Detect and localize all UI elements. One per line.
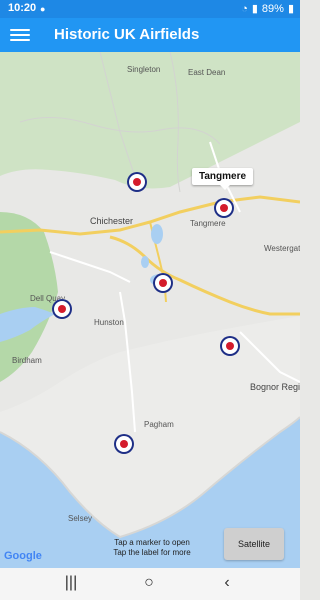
place-label: Chichester <box>90 216 134 226</box>
wifi-icon: ◔ <box>241 2 248 15</box>
airfield-marker[interactable] <box>114 434 134 454</box>
satellite-button[interactable]: Satellite <box>224 528 284 560</box>
airfield-marker[interactable] <box>127 172 147 192</box>
place-label: Hunston <box>94 318 124 327</box>
battery-percentage: 89% <box>261 2 284 15</box>
hint-line-2: Tap the label for more <box>113 548 191 557</box>
place-label: Westergate <box>264 244 300 253</box>
status-bar: 10:20 ● ◔ ▮ 89% ▮ <box>0 0 300 18</box>
airfield-marker[interactable] <box>153 273 173 293</box>
signal-icon: ▮ <box>251 3 258 15</box>
map-canvas <box>0 52 300 568</box>
place-label: Pagham <box>144 420 174 429</box>
place-label: Birdham <box>12 356 42 365</box>
android-nav-bar: ||| ○ ‹ <box>0 568 300 600</box>
airfield-marker[interactable] <box>220 336 240 356</box>
battery-icon: ▮ <box>287 3 294 15</box>
hamburger-menu-icon[interactable] <box>10 26 30 44</box>
airfield-marker[interactable] <box>52 299 72 319</box>
notification-dot-icon: ● <box>40 4 46 14</box>
map-view[interactable]: Singleton East Dean Chichester Tangmere … <box>0 52 300 568</box>
home-icon[interactable]: ○ <box>134 574 164 594</box>
hint-line-1: Tap a marker to open <box>114 538 190 547</box>
marker-info-label[interactable]: Tangmere <box>192 168 254 190</box>
place-label: Singleton <box>127 65 161 74</box>
google-logo: Google <box>4 550 42 562</box>
place-label: Selsey <box>68 514 93 523</box>
place-label: Bognor Regis <box>250 382 300 392</box>
app-bar: Historic UK Airfields <box>0 18 300 52</box>
place-label: East Dean <box>188 68 226 77</box>
airfield-marker-tangmere[interactable] <box>214 198 234 218</box>
status-icons: ◔ ▮ 89% ▮ <box>241 2 294 16</box>
page-title: Historic UK Airfields <box>54 26 200 43</box>
back-icon[interactable]: ‹ <box>212 574 242 594</box>
status-time: 10:20 <box>8 2 37 14</box>
recent-apps-icon[interactable]: ||| <box>56 574 86 594</box>
map-hint: Tap a marker to open Tap the label for m… <box>102 538 202 558</box>
place-label: Tangmere <box>190 219 226 228</box>
